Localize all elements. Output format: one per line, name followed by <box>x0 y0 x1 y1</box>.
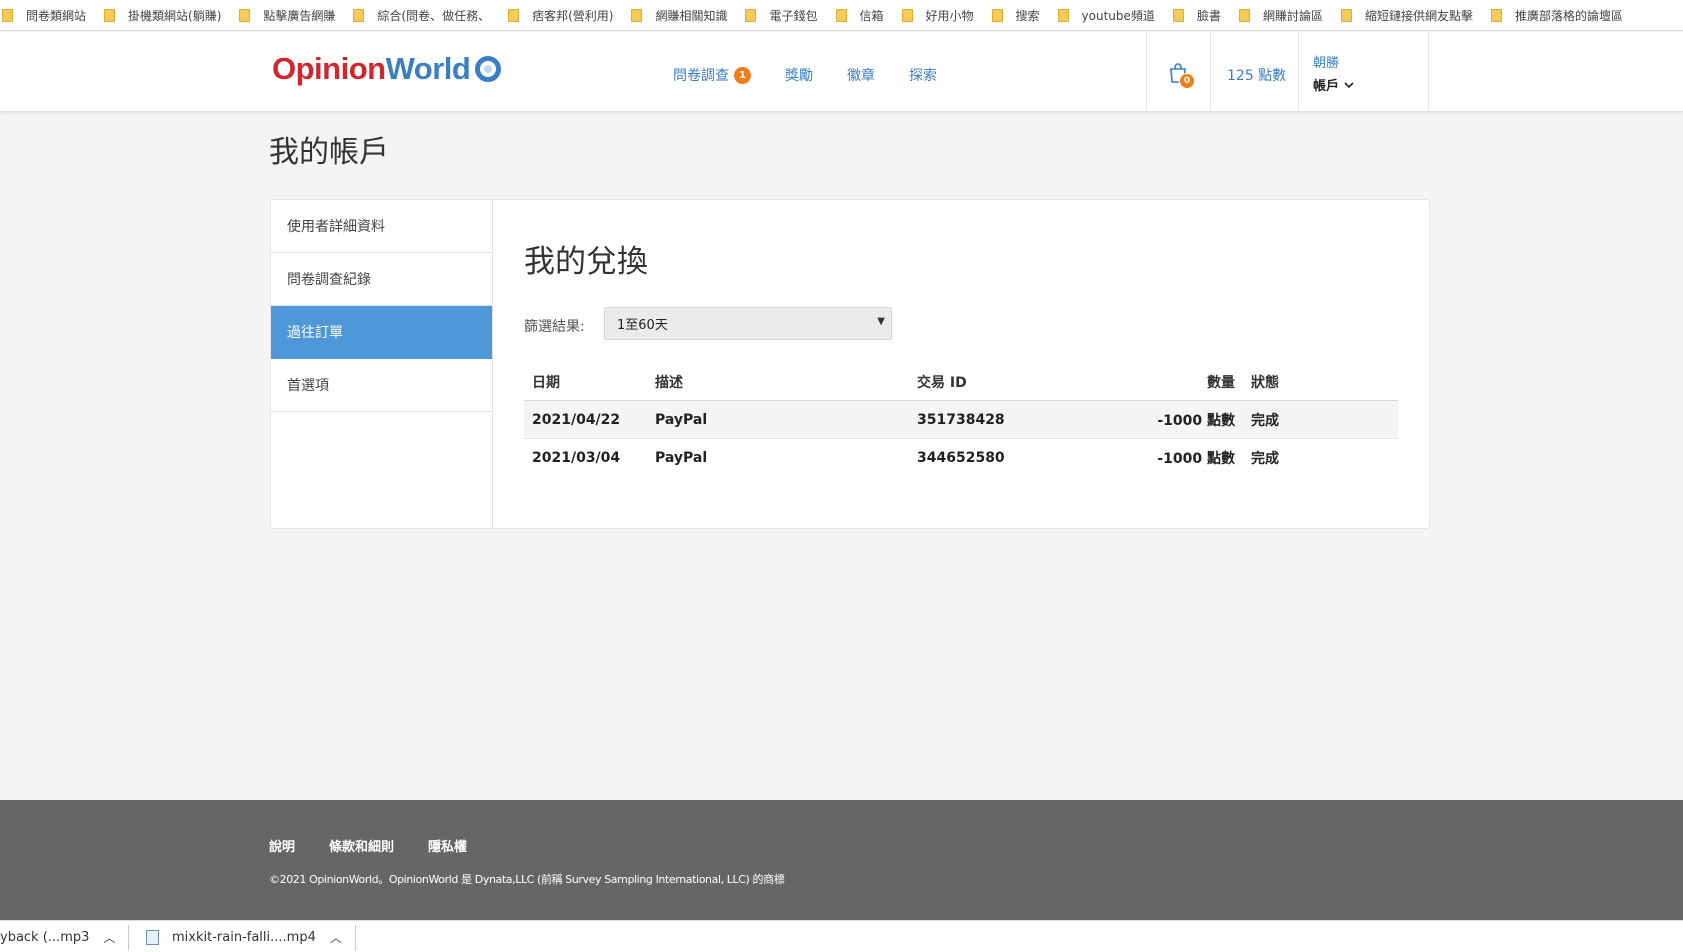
table-row: 2021/03/04 PayPal 344652580 -1000 點數 完成 <box>524 439 1398 477</box>
cart-count-badge: 0 <box>1179 73 1195 89</box>
sidebar-item-past-orders[interactable]: 過往訂單 <box>271 306 492 359</box>
cell-status: 完成 <box>1251 451 1279 467</box>
sidebar-item-preferences[interactable]: 首選項 <box>271 359 492 412</box>
folder-icon <box>1490 8 1502 22</box>
bookmark-folder[interactable]: 問卷類網站 <box>2 7 86 24</box>
downloads-bar: yback (...mp3 ︿ mixkit-rain-falli....mp4… <box>0 920 1683 952</box>
cell-date: 2021/03/04 <box>532 450 621 466</box>
cell-date: 2021/04/22 <box>532 411 621 428</box>
download-separator <box>128 925 129 951</box>
column-header-description: 描述 <box>655 374 683 391</box>
nav-explore[interactable]: 探索 <box>909 65 937 85</box>
survey-count-badge: 1 <box>734 66 751 84</box>
chevron-up-icon[interactable]: ︿ <box>103 929 115 946</box>
bookmark-folder[interactable]: 臉書 <box>1172 7 1221 24</box>
chevron-down-icon <box>1344 81 1354 88</box>
folder-icon <box>353 8 365 22</box>
download-separator <box>355 925 356 951</box>
folder-icon <box>835 8 847 22</box>
bookmark-folder[interactable]: 掛機類網站(躺賺) <box>104 7 221 24</box>
bookmark-folder[interactable]: 搜索 <box>991 7 1040 24</box>
account-menu[interactable]: 朝勝 帳戶 <box>1313 52 1355 94</box>
redemptions-table: 日期 描述 交易 ID 數量 狀態 2021/04/22 PayPal 3517… <box>524 363 1398 477</box>
account-dropdown[interactable]: 帳戶 <box>1313 75 1355 94</box>
folder-icon <box>508 8 520 22</box>
bookmarks-bar: 問卷類網站 掛機類網站(躺賺) 點擊廣告網賺 綜合(問卷、做任務、 痞客邦(營利… <box>0 0 1683 31</box>
opinionworld-logo[interactable]: Opinion World <box>272 51 502 87</box>
download-item[interactable]: yback (...mp3 ︿ <box>0 921 115 952</box>
site-header: Opinion World 問卷調查 1 獎勵 徽章 探索 0 125 點數 朝勝… <box>0 32 1683 112</box>
bookmark-folder[interactable]: 點擊廣告網賺 <box>239 7 335 24</box>
nav-rewards[interactable]: 獎勵 <box>785 65 813 85</box>
folder-icon <box>631 8 643 22</box>
bookmark-folder[interactable]: 網賺討論區 <box>1238 7 1323 24</box>
redemptions-panel: 我的兌換 篩選結果: 1至60天 ▼ 日期 描述 交易 ID 數量 狀態 202… <box>524 200 1404 528</box>
cell-description: PayPal <box>655 411 708 428</box>
cell-quantity: -1000 點數 <box>1157 412 1235 429</box>
bookmark-folder[interactable]: 好用小物 <box>901 7 974 24</box>
page-title: 我的帳戶 <box>269 135 389 170</box>
column-header-date: 日期 <box>532 374 560 391</box>
bookmark-folder[interactable]: 推廣部落格的論壇區 <box>1490 7 1623 24</box>
sidebar-item-user-details[interactable]: 使用者詳細資料 <box>271 200 492 253</box>
folder-icon <box>1340 8 1352 22</box>
bookmark-folder[interactable]: 信箱 <box>835 7 884 24</box>
filter-label: 篩選結果: <box>524 319 585 335</box>
header-divider <box>1146 32 1147 112</box>
account-sidebar: 使用者詳細資料 問卷調查紀錄 過往訂單 首選項 <box>271 200 493 528</box>
folder-icon <box>2 8 13 22</box>
download-item[interactable]: mixkit-rain-falli....mp4 ︿ <box>146 921 342 952</box>
main-nav: 問卷調查 1 獎勵 徽章 探索 <box>673 65 971 85</box>
bookmark-folder[interactable]: youtube頻道 <box>1057 7 1155 24</box>
user-name: 朝勝 <box>1313 56 1340 71</box>
date-range-select[interactable]: 1至60天 ▼ <box>604 307 892 340</box>
bookmark-folder[interactable]: 綜合(問卷、做任務、 <box>353 7 490 24</box>
folder-icon <box>239 8 251 22</box>
table-row: 2021/04/22 PayPal 351738428 -1000 點數 完成 <box>524 401 1398 439</box>
site-footer: 說明 條款和細則 隱私權 ©2021 OpinionWorld。OpinionW… <box>0 800 1683 920</box>
bookmark-folder[interactable]: 電子錢包 <box>745 7 818 24</box>
bookmark-folder[interactable]: 網賺相關知識 <box>631 7 727 24</box>
chevron-up-icon[interactable]: ︿ <box>330 929 342 946</box>
column-header-transaction-id: 交易 ID <box>917 374 967 391</box>
bookmark-folder[interactable]: 縮短鏈接供網友點擊 <box>1340 7 1473 24</box>
nav-surveys[interactable]: 問卷調查 1 <box>673 65 751 85</box>
column-header-status: 狀態 <box>1251 374 1279 391</box>
logo-ring-icon <box>475 56 502 82</box>
header-divider <box>1210 32 1211 112</box>
dropdown-arrow-icon: ▼ <box>877 316 885 327</box>
cart-button[interactable]: 0 <box>1168 62 1198 92</box>
folder-icon <box>1238 8 1250 22</box>
table-header-row: 日期 描述 交易 ID 數量 狀態 <box>524 363 1398 401</box>
cell-quantity: -1000 點數 <box>1157 451 1235 467</box>
header-divider <box>1298 32 1299 112</box>
account-card: 使用者詳細資料 問卷調查紀錄 過往訂單 首選項 我的兌換 篩選結果: 1至60天… <box>270 199 1430 529</box>
folder-icon <box>745 8 757 22</box>
header-divider <box>1428 32 1429 112</box>
cell-transaction-id: 351738428 <box>917 411 1005 428</box>
footer-link-terms[interactable]: 條款和細則 <box>329 836 394 855</box>
footer-link-help[interactable]: 說明 <box>269 836 295 855</box>
section-title: 我的兌換 <box>524 244 648 280</box>
folder-icon <box>991 8 1003 22</box>
video-file-icon <box>146 929 159 945</box>
folder-icon <box>1057 8 1069 22</box>
folder-icon <box>901 8 913 22</box>
column-header-quantity: 數量 <box>1207 374 1235 391</box>
copyright-text: ©2021 OpinionWorld。OpinionWorld 是 Dynata… <box>269 873 785 886</box>
footer-links: 說明 條款和細則 隱私權 <box>269 836 501 855</box>
footer-link-privacy[interactable]: 隱私權 <box>428 836 467 855</box>
folder-icon <box>104 8 116 22</box>
bookmark-folder[interactable]: 痞客邦(營利用) <box>508 7 613 24</box>
points-balance[interactable]: 125 點數 <box>1227 65 1286 85</box>
cell-description: PayPal <box>655 450 708 466</box>
folder-icon <box>1172 8 1184 22</box>
nav-badges[interactable]: 徽章 <box>847 65 875 85</box>
cell-transaction-id: 344652580 <box>917 450 1005 466</box>
sidebar-item-survey-history[interactable]: 問卷調查紀錄 <box>271 253 492 306</box>
cell-status: 完成 <box>1251 412 1279 429</box>
